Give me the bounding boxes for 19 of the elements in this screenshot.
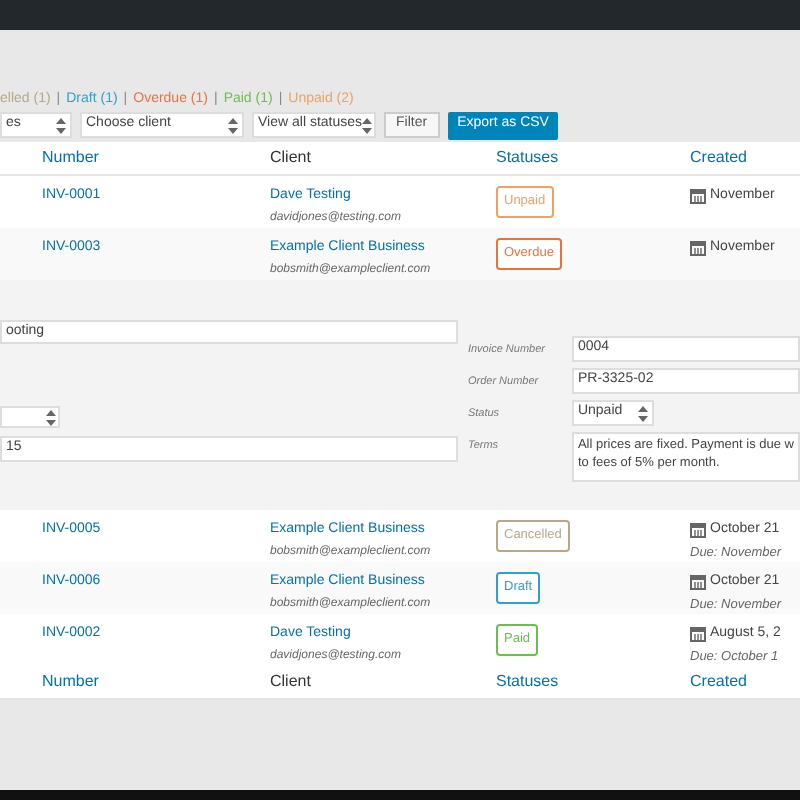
- column-header: Client: [270, 670, 313, 694]
- column-header: Client: [270, 146, 313, 170]
- column-header[interactable]: Created: [690, 146, 800, 170]
- column-header[interactable]: Number: [42, 670, 270, 694]
- select-field[interactable]: [0, 406, 60, 428]
- caret-icon: [46, 409, 56, 425]
- column-header[interactable]: Created: [690, 670, 800, 694]
- calendar-icon: [690, 574, 706, 591]
- calendar-icon: [690, 522, 706, 539]
- column-header[interactable]: Statuses: [496, 146, 690, 170]
- column-header[interactable]: Statuses: [496, 670, 690, 694]
- caret-icon: [228, 117, 238, 133]
- caret-icon: [56, 117, 66, 133]
- column-header[interactable]: Number: [42, 146, 270, 170]
- calendar-icon: [690, 626, 706, 643]
- calendar-icon: [690, 188, 706, 205]
- calendar-icon: [690, 240, 706, 257]
- caret-icon: [362, 117, 373, 133]
- caret-icon: [637, 405, 648, 421]
